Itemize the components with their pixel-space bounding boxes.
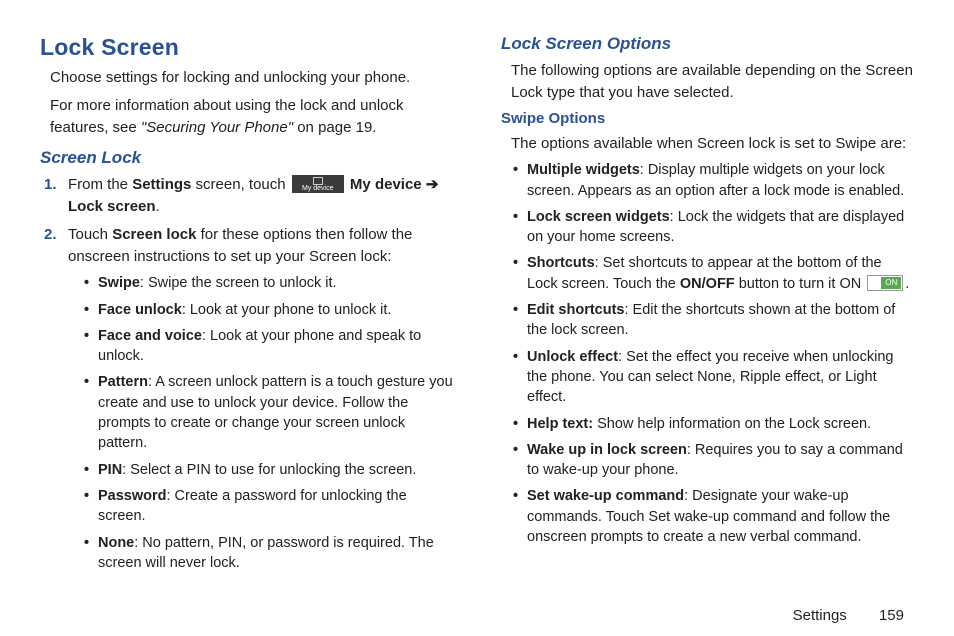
heading-lock-screen-options: Lock Screen Options	[501, 34, 914, 54]
opt-face-unlock: Face unlock: Look at your phone to unloc…	[98, 300, 453, 320]
opt-swipe: Swipe: Swipe the screen to unlock it.	[98, 273, 453, 293]
opt-pattern: Pattern: A screen unlock pattern is a to…	[98, 372, 453, 453]
left-column: Lock Screen Choose settings for locking …	[40, 34, 453, 579]
opt-shortcuts: Shortcuts: Set shortcuts to appear at th…	[527, 253, 914, 294]
on-toggle-icon	[867, 275, 903, 291]
opt-set-wake-up: Set wake-up command: Designate your wake…	[527, 486, 914, 547]
footer-page-number: 159	[879, 607, 904, 624]
opt-multiple-widgets: Multiple widgets: Display multiple widge…	[527, 160, 914, 201]
options-intro: The following options are available depe…	[511, 60, 914, 104]
opt-none: None: No pattern, PIN, or password is re…	[98, 533, 453, 574]
heading-lock-screen: Lock Screen	[40, 34, 453, 61]
opt-help-text: Help text: Show help information on the …	[527, 414, 914, 434]
intro-p1: Choose settings for locking and unlockin…	[50, 67, 453, 89]
footer-section: Settings	[793, 607, 847, 624]
screen-lock-options: Swipe: Swipe the screen to unlock it. Fa…	[68, 273, 453, 573]
step-2: Touch Screen lock for these options then…	[68, 224, 453, 573]
opt-edit-shortcuts: Edit shortcuts: Edit the shortcuts shown…	[527, 300, 914, 341]
opt-wake-up: Wake up in lock screen: Requires you to …	[527, 440, 914, 481]
intro-p2: For more information about using the loc…	[50, 95, 453, 139]
subhead-swipe-options: Swipe Options	[501, 110, 914, 127]
swipe-intro: The options available when Screen lock i…	[511, 133, 914, 155]
opt-unlock-effect: Unlock effect: Set the effect you receiv…	[527, 347, 914, 408]
swipe-options-list: Multiple widgets: Display multiple widge…	[501, 160, 914, 547]
right-column: Lock Screen Options The following option…	[501, 34, 914, 579]
steps-list: From the Settings screen, touch My devic…	[40, 174, 453, 573]
opt-lock-screen-widgets: Lock screen widgets: Lock the widgets th…	[527, 207, 914, 248]
arrow-icon: ➔	[426, 176, 439, 193]
opt-password: Password: Create a password for unlockin…	[98, 486, 453, 527]
subhead-screen-lock: Screen Lock	[40, 148, 453, 168]
step-1: From the Settings screen, touch My devic…	[68, 174, 453, 218]
my-device-icon: My device	[292, 175, 344, 193]
opt-pin: PIN: Select a PIN to use for unlocking t…	[98, 460, 453, 480]
opt-face-voice: Face and voice: Look at your phone and s…	[98, 326, 453, 367]
page-footer: Settings 159	[793, 607, 904, 624]
